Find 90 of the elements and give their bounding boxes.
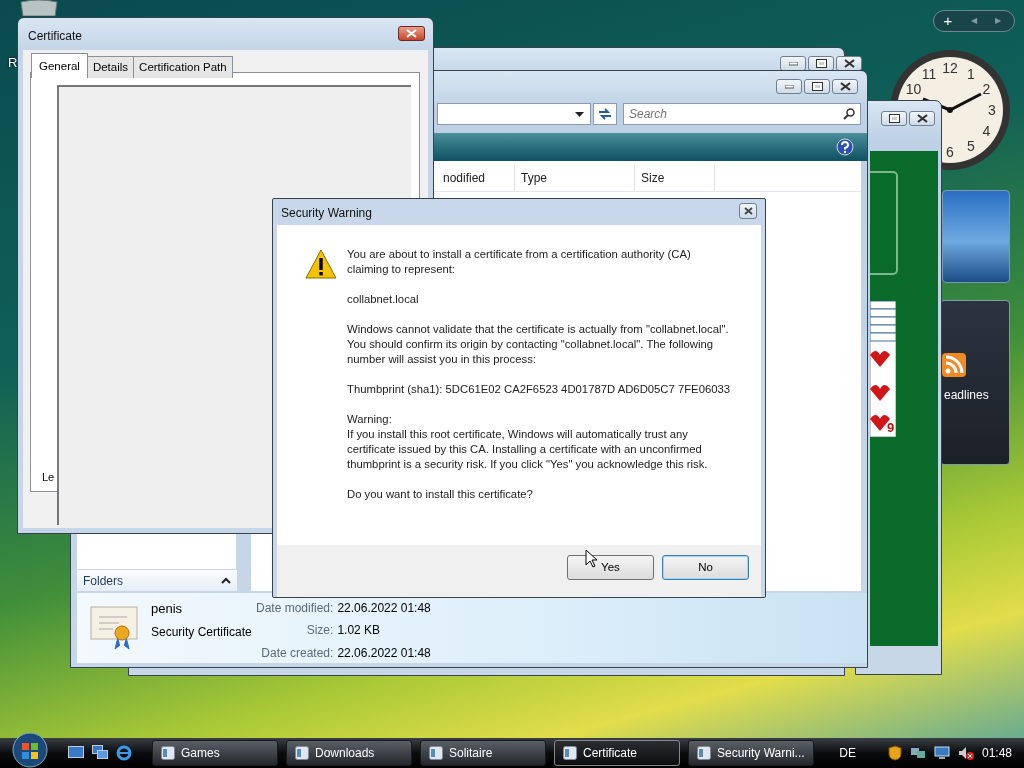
file-type: Security Certificate [151,623,253,641]
message-text: You are about to install a certificate from a certification authority (CA) claiming to represent: [347,247,692,277]
message-text: collabnet.local [347,292,420,307]
app-icon [161,746,175,760]
yes-button[interactable]: Yes [567,555,654,580]
partial-label: Le [42,470,55,485]
close-icon [743,207,753,215]
trash-bin-icon[interactable] [20,0,58,16]
message-text: Thumbprint (sha1): 5DC61E02 CA2F6523 4D01787D AD6D05C7 7FE06033 [347,382,731,397]
taskbar-button[interactable]: Security Warni... [688,740,814,766]
property-label: Date modified: [256,600,334,617]
property-value: 22.06.2022 01:48 [337,644,431,662]
monitor-icon[interactable] [933,746,950,760]
switch-windows-icon[interactable] [92,745,108,759]
refresh-arrows-icon [598,108,612,120]
close-button[interactable] [398,26,425,41]
warning-heading: Warning: [347,412,393,427]
show-desktop-icon[interactable] [68,745,84,759]
next-button[interactable]: ▶ [986,14,1010,28]
folders-bar[interactable]: Folders [77,569,237,591]
dialog-title: Security Warning [281,205,372,222]
file-name: penis [151,600,184,618]
column-header[interactable]: Size [635,165,715,191]
clock-numeral: 6 [946,144,954,160]
tab[interactable]: Details [86,56,135,79]
shield-icon[interactable] [887,745,902,761]
close-icon [839,82,851,91]
clock-numeral: 11 [921,65,937,82]
feed-title: eadlines [944,387,989,404]
minimize-icon [788,61,798,66]
column-header[interactable]: Type [515,165,635,191]
no-button[interactable]: No [662,555,749,580]
taskbar-button[interactable]: Certificate [554,740,680,766]
property-label: Size: [305,622,334,640]
clock-numeral: 5 [967,138,975,155]
property-label: Date created: [260,644,334,662]
taskbar-button[interactable]: Solitaire [420,740,546,766]
muted-speaker-icon[interactable] [957,746,974,760]
message-text: Windows cannot validate that the certificate is actually from "collabnet.local". You should confirm its origin by contacting "collabnet.local". The following number will assist you in this process: [347,322,730,367]
app-icon [429,746,443,760]
property-value: 1.02 KB [337,622,382,640]
maximize-button[interactable] [881,111,907,126]
language-indicator[interactable]: DE [839,744,856,762]
app-icon [295,746,309,760]
clock-numeral: 2 [982,81,991,97]
warning-icon [305,249,337,279]
close-icon [843,59,855,68]
help-icon[interactable] [836,138,854,156]
property-value: 22.06.2022 01:48 [337,600,431,617]
rss-icon [942,353,966,377]
message-text: Do you want to install this certificate? [347,487,534,502]
desktop-icon-label[interactable]: R [8,53,18,73]
mouse-cursor-icon [585,549,597,568]
collapse-chevron-icon[interactable] [221,577,231,584]
close-button[interactable] [739,203,757,219]
maximize-icon [811,82,823,91]
clock-numeral: 10 [905,81,922,97]
network-icon[interactable] [909,746,926,760]
refresh-button[interactable] [593,103,617,125]
close-button[interactable] [832,79,858,94]
column-header[interactable]: nodified [437,165,515,191]
search-field[interactable]: Search [623,103,861,125]
card-rank: 9 [887,419,895,437]
clock-numeral: 3 [988,102,996,118]
app-icon [563,746,577,760]
close-button[interactable] [909,111,935,126]
maximize-icon [888,114,900,123]
close-icon [406,29,417,38]
search-icon[interactable] [843,108,855,120]
clock-time[interactable]: 01:48 [981,744,1012,762]
maximize-button[interactable] [804,79,830,94]
start-button-icon[interactable] [12,732,48,768]
folders-label: Folders [83,572,123,590]
clock-numeral: 12 [942,60,958,76]
tab[interactable]: General [31,53,88,79]
message-text: If you install this root certificate, Windows will automatically trust any certificate issued by this CA. Installing a certificate with an unconfirmed thumbprint is a security risk. If you click "Yes" you acknowledge this risk. [347,427,709,472]
close-icon [916,114,928,123]
clock-numeral: 1 [967,65,975,82]
dropdown-arrow-icon[interactable] [575,111,584,117]
taskbar-button[interactable]: Games [152,740,278,766]
taskbar-button[interactable]: Downloads [286,740,412,766]
browser-icon[interactable] [116,745,132,761]
add-gadget-button[interactable]: + [934,11,962,31]
window-title: Certificate [28,28,83,45]
previous-button[interactable]: ◀ [962,14,986,28]
tab[interactable]: Certification Path [133,56,233,79]
minimize-icon [784,84,794,89]
clock-numeral: 4 [982,123,991,139]
app-icon [697,746,711,760]
maximize-icon [815,59,827,68]
